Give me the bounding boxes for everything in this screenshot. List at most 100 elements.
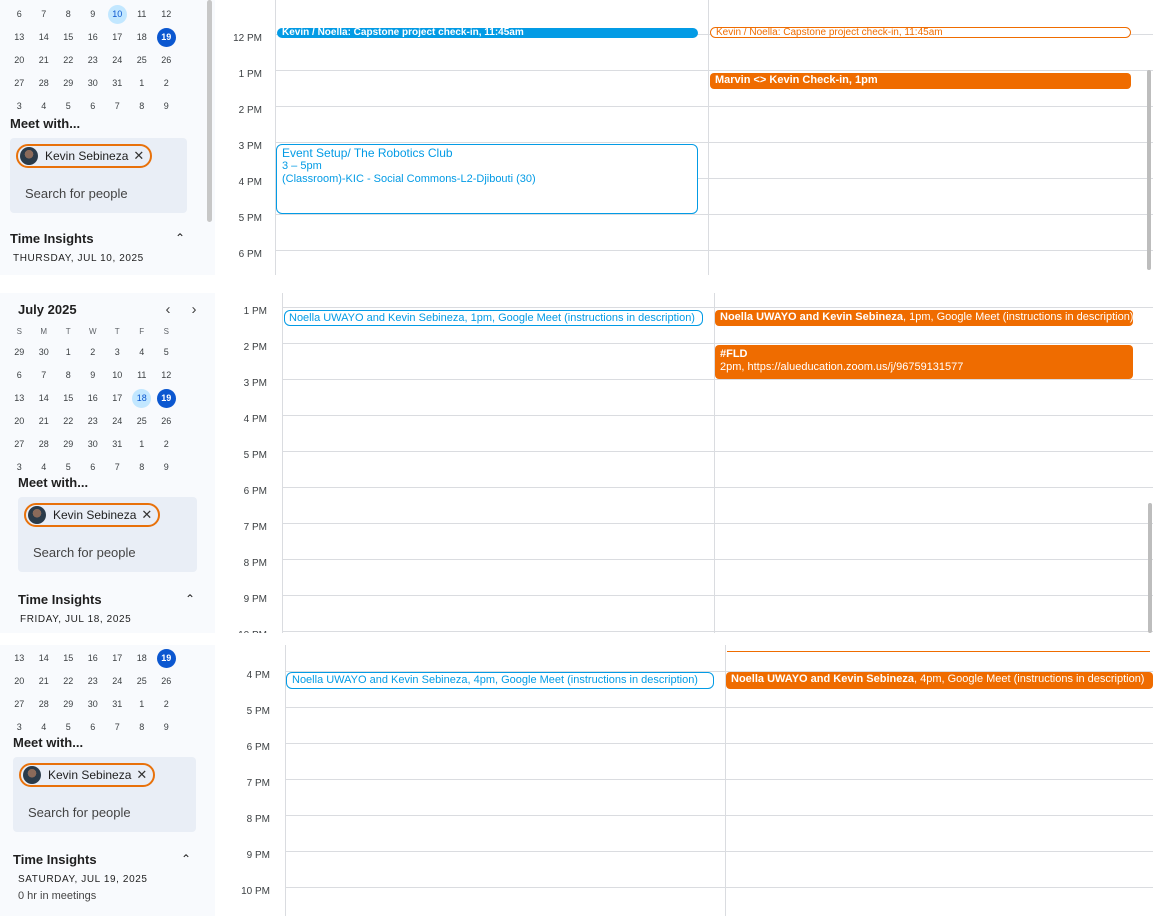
calendar-day[interactable]: 24 [105, 49, 130, 72]
search-people-input[interactable]: Search for people [24, 529, 191, 564]
calendar-day[interactable]: 1 [130, 72, 155, 95]
calendar-day[interactable]: 27 [7, 693, 32, 716]
calendar-day[interactable]: 16 [81, 387, 106, 410]
calendar-day[interactable]: 30 [32, 341, 57, 364]
calendar-day[interactable]: 9 [81, 3, 106, 26]
calendar-day[interactable]: 28 [32, 693, 57, 716]
calendar-day[interactable]: 8 [130, 95, 155, 118]
calendar-day[interactable]: 18 [130, 26, 155, 49]
calendar-day[interactable]: 27 [7, 72, 32, 95]
calendar-day[interactable]: 18 [130, 647, 155, 670]
calendar-day[interactable]: 14 [32, 647, 57, 670]
calendar-day[interactable]: 14 [32, 26, 57, 49]
calendar-day[interactable]: 25 [130, 410, 155, 433]
calendar-day[interactable]: 9 [154, 95, 179, 118]
calendar-day[interactable]: 7 [105, 95, 130, 118]
calendar-day[interactable]: 27 [7, 433, 32, 456]
calendar-day[interactable]: 22 [56, 670, 81, 693]
calendar-day[interactable]: 8 [56, 3, 81, 26]
calendar-day[interactable]: 8 [56, 364, 81, 387]
calendar-day[interactable]: 11 [130, 3, 155, 26]
calendar-day[interactable]: 30 [81, 693, 106, 716]
search-people-input[interactable]: Search for people [16, 170, 181, 205]
calendar-day[interactable]: 24 [105, 410, 130, 433]
time-insights-header[interactable]: Time Insights ⌃ [0, 848, 215, 870]
chevron-up-icon[interactable]: ⌃ [175, 231, 185, 245]
calendar-day[interactable]: 1 [130, 693, 155, 716]
calendar-day[interactable]: 11 [130, 364, 155, 387]
calendar-day[interactable]: 25 [130, 49, 155, 72]
calendar-day[interactable]: 16 [81, 26, 106, 49]
calendar-day[interactable]: 21 [32, 410, 57, 433]
person-chip[interactable]: Kevin Sebineza ✕ [19, 763, 156, 787]
calendar-day[interactable]: 15 [56, 387, 81, 410]
calendar-day[interactable]: 22 [56, 410, 81, 433]
person-chip[interactable]: Kevin Sebineza ✕ [16, 144, 153, 168]
calendar-day[interactable]: 26 [154, 670, 179, 693]
calendar-day[interactable]: 2 [81, 341, 106, 364]
calendar-day[interactable]: 19 [154, 387, 179, 410]
close-icon[interactable]: ✕ [141, 507, 152, 523]
calendar-day[interactable]: 3 [105, 341, 130, 364]
calendar-day[interactable]: 2 [154, 72, 179, 95]
calendar-day[interactable]: 7 [32, 3, 57, 26]
time-insights-header[interactable]: Time Insights ⌃ [0, 227, 215, 249]
calendar-day[interactable]: 23 [81, 670, 106, 693]
calendar-day[interactable]: 9 [154, 456, 179, 479]
calendar-day[interactable]: 18 [130, 387, 155, 410]
calendar-day[interactable]: 13 [7, 26, 32, 49]
calendar-day[interactable]: 28 [32, 433, 57, 456]
calendar-day[interactable]: 4 [32, 95, 57, 118]
calendar-day[interactable]: 3 [7, 95, 32, 118]
event-google-meet[interactable]: Noella UWAYO and Kevin Sebineza, 4pm, Go… [286, 672, 714, 689]
grid-scrollbar[interactable] [1147, 70, 1151, 270]
calendar-day[interactable]: 22 [56, 49, 81, 72]
calendar-day[interactable]: 13 [7, 647, 32, 670]
calendar-day[interactable]: 29 [56, 433, 81, 456]
calendar-day[interactable]: 12 [154, 3, 179, 26]
calendar-day[interactable]: 29 [7, 341, 32, 364]
calendar-day[interactable]: 5 [154, 341, 179, 364]
calendar-day[interactable]: 14 [32, 387, 57, 410]
calendar-day[interactable]: 17 [105, 387, 130, 410]
calendar-day[interactable]: 20 [7, 670, 32, 693]
calendar-day[interactable]: 31 [105, 72, 130, 95]
sidebar-scrollbar[interactable] [207, 0, 212, 222]
calendar-day[interactable]: 21 [32, 670, 57, 693]
calendar-day[interactable]: 7 [32, 364, 57, 387]
calendar-day[interactable]: 20 [7, 410, 32, 433]
calendar-day[interactable]: 2 [154, 693, 179, 716]
calendar-day[interactable]: 19 [154, 26, 179, 49]
calendar-day[interactable]: 23 [81, 49, 106, 72]
calendar-day[interactable]: 24 [105, 670, 130, 693]
calendar-day[interactable]: 1 [130, 433, 155, 456]
event-google-meet[interactable]: Noella UWAYO and Kevin Sebineza, 1pm, Go… [284, 310, 703, 326]
chevron-left-icon[interactable]: ‹ [155, 301, 181, 318]
calendar-day[interactable]: 9 [81, 364, 106, 387]
calendar-day[interactable]: 10 [105, 3, 130, 26]
calendar-day[interactable]: 6 [81, 95, 106, 118]
calendar-day[interactable]: 7 [105, 456, 130, 479]
calendar-day[interactable]: 8 [130, 716, 155, 739]
event-capstone-checkin[interactable]: Kevin / Noella: Capstone project check-i… [277, 28, 698, 38]
event-robotics-setup[interactable]: Event Setup/ The Robotics Club 3 – 5pm (… [276, 144, 698, 214]
person-chip[interactable]: Kevin Sebineza ✕ [24, 503, 161, 527]
calendar-day[interactable]: 20 [7, 49, 32, 72]
calendar-day[interactable]: 30 [81, 433, 106, 456]
calendar-day[interactable]: 7 [105, 716, 130, 739]
event-fld[interactable]: #FLD 2pm, https://alueducation.zoom.us/j… [715, 345, 1133, 379]
calendar-day[interactable]: 6 [81, 716, 106, 739]
calendar-day[interactable]: 8 [130, 456, 155, 479]
calendar-day[interactable]: 13 [7, 387, 32, 410]
calendar-day[interactable]: 30 [81, 72, 106, 95]
calendar-day[interactable]: 5 [56, 95, 81, 118]
calendar-day[interactable]: 29 [56, 693, 81, 716]
calendar-day[interactable]: 6 [7, 364, 32, 387]
calendar-day[interactable]: 26 [154, 49, 179, 72]
calendar-day[interactable]: 2 [154, 433, 179, 456]
calendar-day[interactable]: 4 [130, 341, 155, 364]
grid-scrollbar[interactable] [1148, 503, 1152, 633]
calendar-day[interactable]: 16 [81, 647, 106, 670]
chevron-up-icon[interactable]: ⌃ [181, 852, 191, 866]
calendar-day[interactable]: 26 [154, 410, 179, 433]
